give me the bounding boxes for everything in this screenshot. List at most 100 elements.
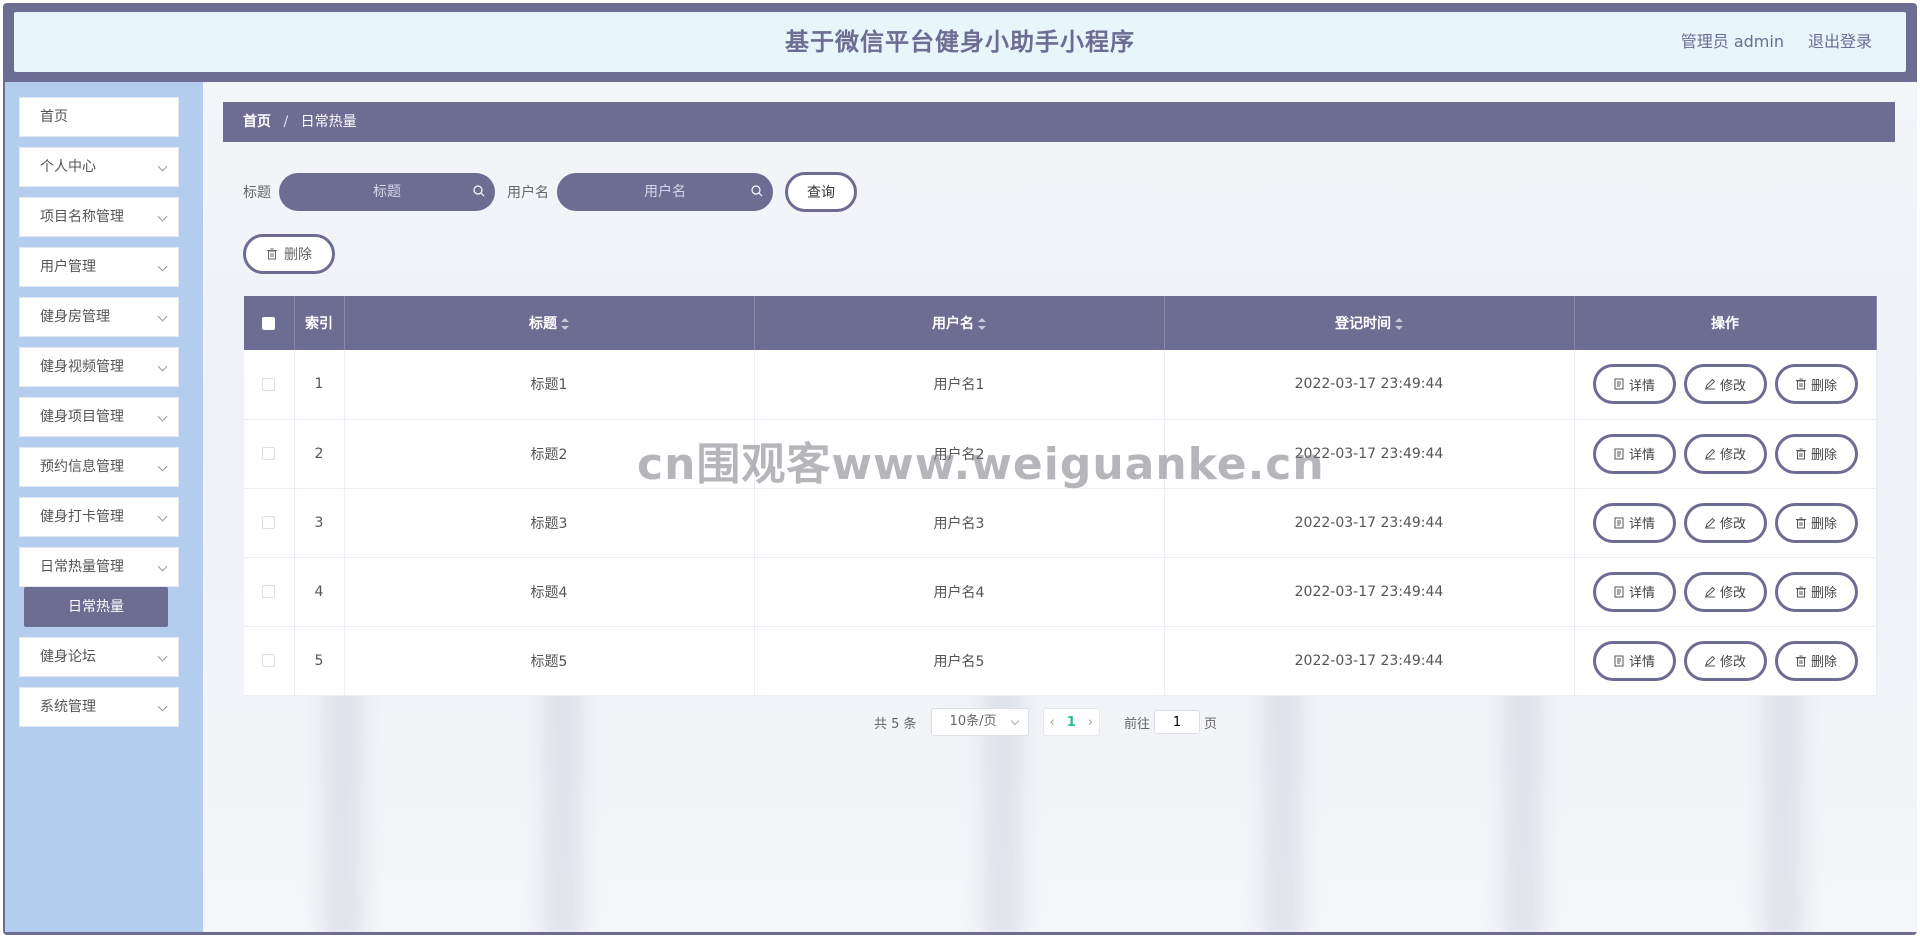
- total-count: 共 5 条: [874, 716, 917, 732]
- title-search-input[interactable]: [279, 173, 495, 211]
- search-icon: [473, 185, 485, 197]
- detail-button[interactable]: 详情: [1592, 502, 1676, 543]
- sidebar-item[interactable]: 首页: [19, 97, 179, 137]
- chevron-down-icon: [157, 211, 168, 222]
- delete-button[interactable]: 删除: [1774, 571, 1858, 612]
- edit-button[interactable]: 修改: [1683, 640, 1767, 681]
- detail-button[interactable]: 详情: [1592, 433, 1676, 474]
- edit-button[interactable]: 修改: [1683, 502, 1767, 543]
- edit-button[interactable]: 修改: [1683, 571, 1767, 612]
- sidebar-item[interactable]: 预约信息管理: [19, 447, 179, 487]
- title-search-box: [279, 173, 495, 211]
- sidebar-item[interactable]: 项目名称管理: [19, 197, 179, 237]
- pagination: 共 5 条 10条/页 ‹ 1 › 前往 页: [874, 708, 1217, 736]
- username-search-box: [557, 173, 773, 211]
- sidebar-item[interactable]: 健身论坛: [19, 637, 179, 677]
- header-username[interactable]: 用户名: [754, 296, 1165, 350]
- chevron-down-icon: [157, 161, 168, 172]
- breadcrumb-home[interactable]: 首页: [243, 114, 271, 130]
- row-checkbox[interactable]: [262, 447, 276, 460]
- cell-time: 2022-03-17 23:49:44: [1164, 419, 1575, 489]
- sidebar-item[interactable]: 系统管理: [19, 687, 179, 727]
- delete-button-label: 删除: [1810, 517, 1837, 532]
- header-time-label: 登记时间: [1335, 316, 1391, 332]
- chevron-down-icon: [157, 511, 168, 522]
- sidebar-item-label: 健身打卡管理: [40, 509, 124, 525]
- document-icon: [1613, 586, 1625, 598]
- page-size-select[interactable]: 10条/页: [930, 708, 1029, 736]
- cell-actions: 详情 修改 删除: [1574, 419, 1877, 489]
- table-row: 1 标题1 用户名1 2022-03-17 23:49:44 详情 修改 删除: [244, 350, 1877, 420]
- table-row: 2 标题2 用户名2 2022-03-17 23:49:44 详情 修改 删除: [244, 419, 1877, 489]
- select-all-checkbox[interactable]: [262, 316, 276, 330]
- page-number-current[interactable]: 1: [1067, 715, 1076, 730]
- sidebar-item[interactable]: 个人中心: [19, 147, 179, 187]
- row-checkbox[interactable]: [262, 516, 276, 529]
- cell-index: 2: [294, 419, 345, 489]
- sidebar-item-label: 首页: [40, 109, 68, 125]
- delete-button-label: 删除: [1810, 655, 1837, 670]
- detail-button-label: 详情: [1628, 448, 1655, 463]
- table-body: 1 标题1 用户名1 2022-03-17 23:49:44 详情 修改 删除 2 标题2 用户名…: [244, 350, 1877, 696]
- document-icon: [1613, 655, 1625, 667]
- sidebar-item[interactable]: 健身项目管理: [19, 397, 179, 437]
- cell-actions: 详情 修改 删除: [1574, 557, 1877, 627]
- sidebar-item[interactable]: 健身视频管理: [19, 347, 179, 387]
- detail-button[interactable]: 详情: [1592, 364, 1676, 405]
- sort-icon[interactable]: [1395, 318, 1403, 330]
- detail-button-label: 详情: [1628, 586, 1655, 601]
- prev-page-icon[interactable]: ‹: [1050, 715, 1055, 730]
- sidebar-item[interactable]: 用户管理: [19, 247, 179, 287]
- row-checkbox[interactable]: [262, 377, 276, 391]
- row-checkbox[interactable]: [262, 654, 276, 667]
- delete-button[interactable]: 删除: [1774, 364, 1858, 405]
- chevron-down-icon: [157, 651, 168, 662]
- header-title[interactable]: 标题: [344, 296, 755, 350]
- pencil-icon: [1704, 586, 1716, 598]
- edit-button[interactable]: 修改: [1683, 364, 1767, 405]
- trash-icon: [1795, 586, 1807, 598]
- document-icon: [1613, 448, 1625, 460]
- edit-button-label: 修改: [1719, 517, 1746, 532]
- query-button[interactable]: 查询: [785, 172, 857, 212]
- goto-page-input[interactable]: [1154, 710, 1201, 734]
- sidebar-item-label: 预约信息管理: [40, 459, 124, 475]
- header-time[interactable]: 登记时间: [1164, 296, 1575, 350]
- breadcrumb-separator: /: [283, 114, 289, 130]
- sidebar-item-label: 健身项目管理: [40, 409, 124, 425]
- sort-icon[interactable]: [561, 318, 569, 330]
- sidebar-item[interactable]: 健身打卡管理: [19, 497, 179, 537]
- pencil-icon: [1704, 448, 1716, 460]
- cell-title: 标题5: [344, 626, 755, 696]
- detail-button[interactable]: 详情: [1592, 571, 1676, 612]
- delete-button[interactable]: 删除: [1774, 640, 1858, 681]
- chevron-down-icon: [1010, 716, 1019, 726]
- row-select-cell: [244, 488, 295, 558]
- top-header: 基于微信平台健身小助手小程序 管理员 admin 退出登录: [14, 12, 1906, 72]
- select-all-cell: [244, 296, 295, 350]
- header-user-area: 管理员 admin 退出登录: [1681, 12, 1872, 72]
- logout-button[interactable]: 退出登录: [1808, 12, 1872, 72]
- username-search-label: 用户名: [507, 185, 549, 201]
- search-bar: 标题 用户名 查询: [243, 172, 857, 212]
- bulk-delete-button[interactable]: 删除: [243, 234, 335, 274]
- edit-button[interactable]: 修改: [1683, 433, 1767, 474]
- header-index: 索引: [294, 296, 345, 350]
- sidebar-item[interactable]: 日常热量管理: [19, 547, 179, 587]
- cell-username: 用户名2: [754, 419, 1165, 489]
- cell-actions: 详情 修改 删除: [1574, 488, 1877, 558]
- goto-suffix: 页: [1204, 716, 1218, 732]
- edit-button-label: 修改: [1719, 448, 1746, 463]
- detail-button[interactable]: 详情: [1592, 640, 1676, 681]
- delete-button[interactable]: 删除: [1774, 433, 1858, 474]
- sidebar-item[interactable]: 健身房管理: [19, 297, 179, 337]
- username-search-input[interactable]: [557, 173, 773, 211]
- sort-icon[interactable]: [978, 318, 986, 330]
- sidebar-subitem-active[interactable]: 日常热量: [24, 587, 168, 627]
- admin-user-label[interactable]: 管理员 admin: [1681, 12, 1784, 72]
- sidebar-item-label: 个人中心: [40, 159, 96, 175]
- delete-button[interactable]: 删除: [1774, 502, 1858, 543]
- row-checkbox[interactable]: [262, 585, 276, 598]
- sidebar-item-label: 日常热量管理: [40, 559, 124, 575]
- next-page-icon[interactable]: ›: [1088, 715, 1093, 730]
